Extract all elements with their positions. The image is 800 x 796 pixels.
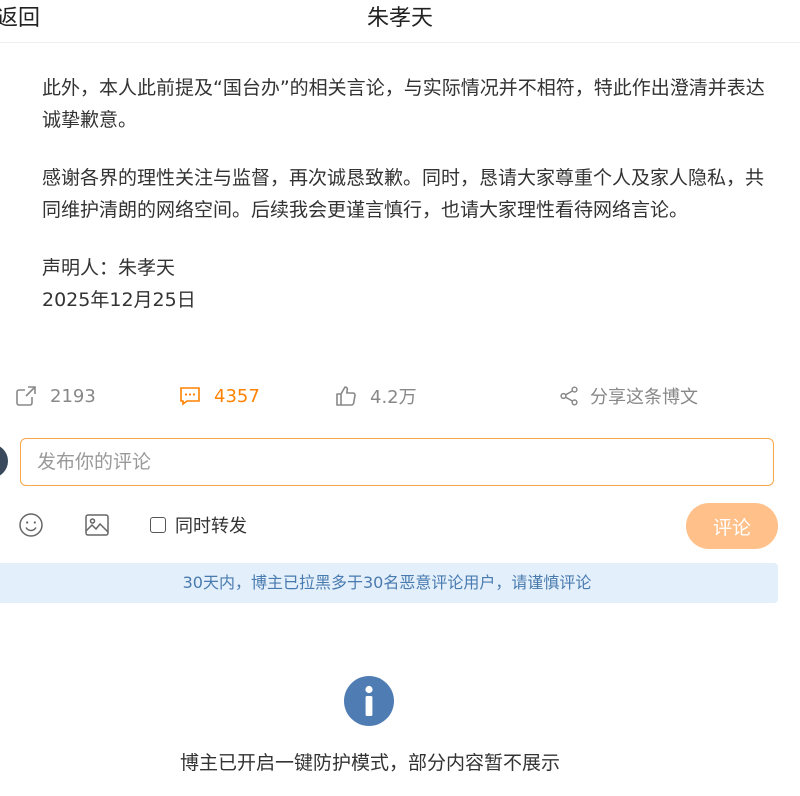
comment-icon	[178, 384, 202, 408]
share-button[interactable]: 分享这条博文	[558, 378, 698, 414]
comment-notice-banner: 30天内，博主已拉黑多于30名恶意评论用户，请谨慎评论	[0, 563, 778, 603]
avatar[interactable]	[0, 444, 8, 478]
repost-count: 2193	[50, 385, 96, 407]
submit-comment-button[interactable]: 评论	[686, 503, 778, 549]
post-paragraph: 感谢各界的理性关注与监督，再次诚恳致歉。同时，恳请大家尊重个人及家人隐私，共同维…	[42, 167, 765, 221]
post-signer: 声明人：朱孝天	[42, 257, 176, 279]
comment-count: 4357	[214, 385, 260, 407]
image-button[interactable]	[84, 512, 110, 542]
post-date: 2025年12月25日	[42, 289, 196, 311]
repost-checkbox-label: 同时转发	[175, 516, 247, 537]
emoji-icon	[18, 513, 44, 542]
protection-mode-message: 博主已开启一键防护模式，部分内容暂不展示	[179, 752, 560, 774]
comment-input[interactable]	[20, 438, 774, 486]
image-icon	[84, 514, 110, 542]
post-action-bar: 2193 4357 4.2万 分享这条博文	[0, 378, 800, 414]
like-icon	[334, 384, 358, 408]
like-button[interactable]: 4.2万	[334, 378, 417, 414]
share-icon	[558, 385, 580, 407]
like-count: 4.2万	[370, 387, 417, 408]
emoji-button[interactable]	[18, 512, 44, 542]
share-label: 分享这条博文	[590, 387, 698, 408]
post-body: 此外，本人此前提及“国台办”的相关言论，与实际情况并不相符，特此作出澄清并表达诚…	[42, 72, 782, 316]
post-paragraph: 此外，本人此前提及“国台办”的相关言论，与实际情况并不相符，特此作出澄清并表达诚…	[42, 77, 765, 131]
repost-icon	[14, 384, 38, 408]
page-title: 朱孝天	[366, 6, 433, 31]
repost-checkbox[interactable]: 同时转发	[150, 512, 247, 538]
comment-toolbar: 同时转发	[0, 506, 800, 546]
repost-button[interactable]: 2193	[14, 378, 96, 414]
info-icon	[343, 675, 395, 731]
comment-button[interactable]: 4357	[178, 378, 260, 414]
checkbox-box[interactable]	[150, 517, 166, 533]
top-navigation-bar: 返回 朱孝天	[0, 0, 800, 43]
